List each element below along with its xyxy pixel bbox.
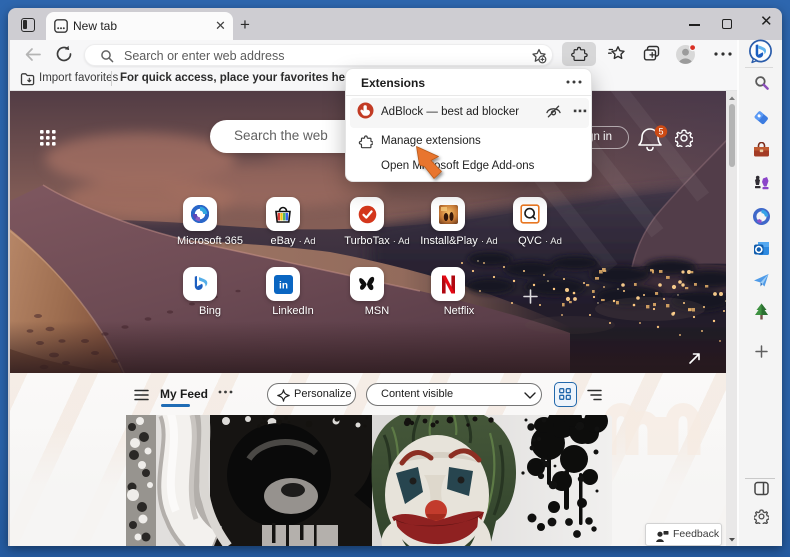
svg-text:in: in bbox=[279, 280, 288, 291]
svg-text:5: 5 bbox=[658, 126, 663, 136]
